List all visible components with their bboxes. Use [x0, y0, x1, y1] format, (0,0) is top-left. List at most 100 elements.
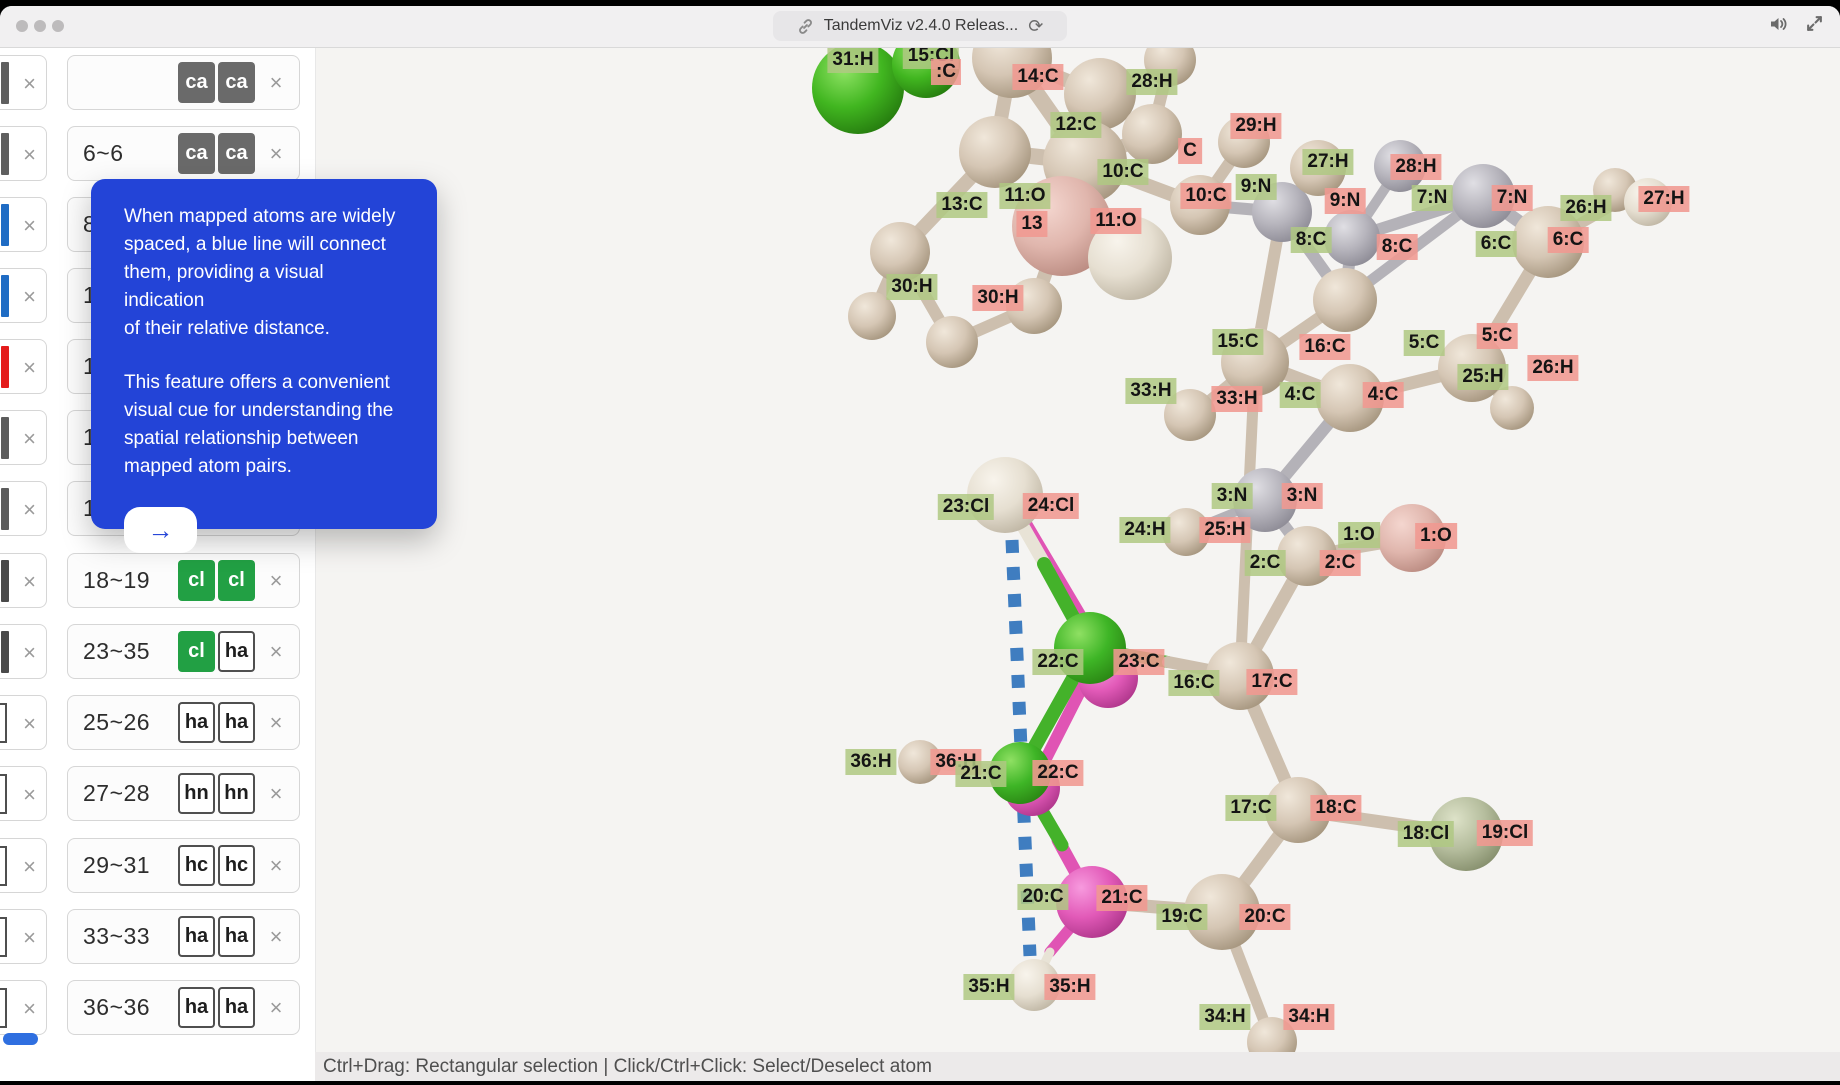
- mapping-row-main[interactable]: 18~19clcl×: [67, 553, 300, 608]
- remove-mapping-button[interactable]: ×: [261, 568, 291, 594]
- remove-mapping-button[interactable]: ×: [261, 710, 291, 736]
- atom-sphere[interactable]: [870, 222, 930, 282]
- mapping-row-main[interactable]: 27~28hnhn×: [67, 766, 300, 821]
- reload-icon[interactable]: ⟳: [1028, 16, 1043, 37]
- mapping-row-main[interactable]: 6~6caca×: [67, 126, 300, 181]
- atom-label-21-C: 21:C: [955, 761, 1006, 787]
- minimize-button[interactable]: [34, 20, 46, 32]
- mapping-row-left-fragment: ×: [0, 410, 47, 465]
- remove-mapping-button[interactable]: ×: [261, 924, 291, 950]
- mapping-row-main[interactable]: 23~35clha×: [67, 624, 300, 679]
- atom-type-tag-hn[interactable]: hn: [218, 773, 255, 814]
- remove-mapping-button[interactable]: ×: [11, 340, 48, 395]
- atom-type-tag-ca[interactable]: ca: [218, 133, 255, 174]
- atom-type-tag-cl[interactable]: cl: [178, 631, 215, 672]
- remove-mapping-button[interactable]: ×: [261, 639, 291, 665]
- atom-label-C: C: [1178, 138, 1202, 164]
- atom-type-tag-ha[interactable]: ha: [218, 702, 255, 743]
- atom-sphere[interactable]: [1490, 386, 1534, 430]
- atom-type-tag-ca[interactable]: ca: [218, 62, 255, 103]
- tag-fragment: [0, 846, 7, 886]
- mapping-row-main[interactable]: caca×: [67, 55, 300, 110]
- atom-type-tag-ha[interactable]: ha: [178, 987, 215, 1028]
- atom-type-tag-cl[interactable]: cl: [218, 560, 255, 601]
- remove-mapping-button[interactable]: ×: [261, 853, 291, 879]
- tooltip-next-button[interactable]: →: [124, 507, 197, 553]
- atom-label-18-C: 18:C: [1310, 795, 1361, 821]
- atom-label-25-H: 25:H: [1199, 517, 1250, 543]
- atom-type-tag-ca[interactable]: ca: [178, 133, 215, 174]
- mapping-row-main[interactable]: 36~36haha×: [67, 980, 300, 1035]
- remove-mapping-button[interactable]: ×: [261, 781, 291, 807]
- maximize-button[interactable]: [52, 20, 64, 32]
- atom-type-tag-ha[interactable]: ha: [218, 631, 255, 672]
- atom-type-tag-hn[interactable]: hn: [178, 773, 215, 814]
- mapping-row-main[interactable]: 33~33haha×: [67, 909, 300, 964]
- remove-mapping-button[interactable]: ×: [11, 554, 48, 609]
- atom-sphere[interactable]: [1324, 210, 1380, 266]
- tag-color-bar: [1, 133, 9, 175]
- atom-label-15-C: 15:C: [1212, 329, 1263, 355]
- horizontal-scrollbar-thumb[interactable]: [3, 1033, 38, 1045]
- remove-mapping-button[interactable]: ×: [11, 767, 48, 822]
- atom-type-tag-hc[interactable]: hc: [218, 845, 255, 886]
- tag-color-bar: [1, 488, 9, 530]
- mapping-row-33~33: ×33~33haha×: [0, 909, 315, 964]
- mapping-row-27~28: ×27~28hnhn×: [0, 766, 315, 821]
- atom-label-35-H: 35:H: [963, 974, 1014, 1000]
- mapping-row-6~6: ×6~6caca×: [0, 126, 315, 181]
- remove-mapping-button[interactable]: ×: [261, 70, 291, 96]
- atom-sphere[interactable]: [959, 116, 1031, 188]
- atom-type-tag-ha[interactable]: ha: [218, 916, 255, 957]
- remove-mapping-button[interactable]: ×: [11, 411, 48, 466]
- remove-mapping-button[interactable]: ×: [11, 839, 48, 894]
- fullscreen-icon[interactable]: [1805, 14, 1824, 38]
- atom-label-11-O: 11:O: [999, 183, 1050, 209]
- atom-label-35-H: 35:H: [1044, 974, 1095, 1000]
- remove-mapping-button[interactable]: ×: [11, 127, 48, 182]
- atom-type-tag-ha[interactable]: ha: [178, 916, 215, 957]
- volume-icon[interactable]: [1769, 15, 1789, 38]
- atom-type-tag-hc[interactable]: hc: [178, 845, 215, 886]
- tag-color-bar: [1, 631, 9, 673]
- remove-mapping-button[interactable]: ×: [11, 482, 48, 537]
- mapping-row-23~35: ×23~35clha×: [0, 624, 315, 679]
- remove-mapping-button[interactable]: ×: [11, 981, 48, 1036]
- atom-type-tag-ca[interactable]: ca: [178, 62, 215, 103]
- remove-mapping-button[interactable]: ×: [11, 696, 48, 751]
- address-bar[interactable]: TandemViz v2.4.0 Releas... ⟳: [773, 11, 1067, 41]
- atom-sphere[interactable]: [1122, 104, 1182, 164]
- mapping-pair-label: 6~6: [83, 140, 124, 167]
- mapping-row-25~26: ×25~26haha×: [0, 695, 315, 750]
- remove-mapping-button[interactable]: ×: [11, 625, 48, 680]
- remove-mapping-button[interactable]: ×: [11, 56, 48, 111]
- mapping-row-main[interactable]: 29~31hchc×: [67, 838, 300, 893]
- remove-mapping-button[interactable]: ×: [11, 198, 48, 253]
- molecule-viewport[interactable]: 31:H15:Cl:C14:C28:H12:C29:HC10:C13:C11:O…: [315, 47, 1840, 1052]
- atom-label-29-H: 29:H: [1230, 113, 1281, 139]
- mapping-row-main[interactable]: 25~26haha×: [67, 695, 300, 750]
- close-button[interactable]: [16, 20, 28, 32]
- atom-label-27-H: 27:H: [1638, 186, 1689, 212]
- atom-label-19-Cl: 19:Cl: [1477, 820, 1533, 846]
- page-title: TandemViz v2.4.0 Releas...: [824, 17, 1018, 35]
- atom-sphere[interactable]: [1313, 268, 1377, 332]
- atom-sphere[interactable]: [926, 316, 978, 368]
- atom-type-tag-ha[interactable]: ha: [218, 987, 255, 1028]
- remove-mapping-button[interactable]: ×: [261, 141, 291, 167]
- remove-mapping-button[interactable]: ×: [261, 995, 291, 1021]
- mapping-row-left-fragment: ×: [0, 980, 47, 1035]
- tag-fragment: [0, 988, 7, 1028]
- atom-label-9-N: 9:N: [1236, 174, 1277, 200]
- atom-label-17-C: 17:C: [1246, 669, 1297, 695]
- atom-label-22-C: 22:C: [1032, 760, 1083, 786]
- remove-mapping-button[interactable]: ×: [11, 910, 48, 965]
- remove-mapping-button[interactable]: ×: [11, 269, 48, 324]
- arrow-right-icon: →: [148, 515, 174, 546]
- atom-label-33-H: 33:H: [1211, 386, 1262, 412]
- atom-type-tag-cl[interactable]: cl: [178, 560, 215, 601]
- atom-type-tag-ha[interactable]: ha: [178, 702, 215, 743]
- atom-label-6-C: 6:C: [1476, 231, 1517, 257]
- atom-label-28-H: 28:H: [1126, 69, 1177, 95]
- atom-label-34-H: 34:H: [1199, 1004, 1250, 1030]
